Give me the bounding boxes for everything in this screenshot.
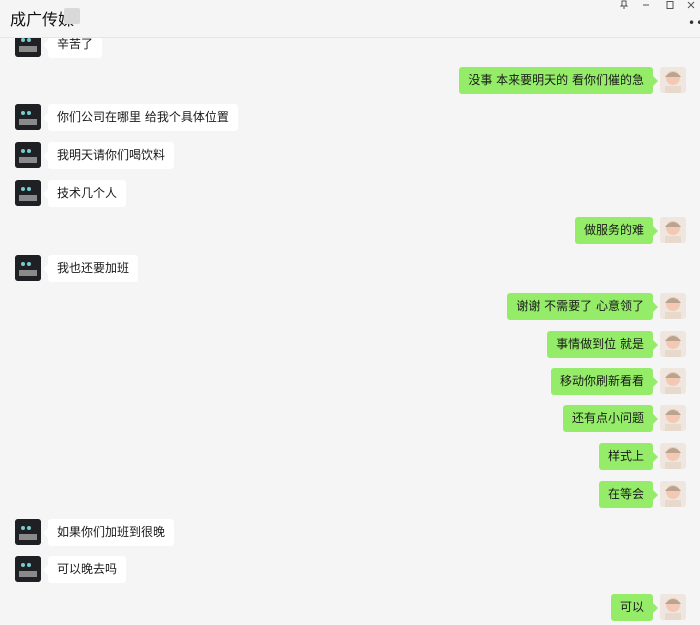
- message-row: 你们公司在哪里 给我个具体位置: [0, 104, 700, 131]
- message-row: 我明天请你们喝饮料: [0, 142, 700, 169]
- message-bubble[interactable]: 技术几个人: [42, 180, 127, 207]
- message-row: 如果你们加班到很晚: [0, 519, 700, 546]
- chat-title-bar: 成广传媒 ••: [0, 0, 700, 38]
- message-bubble[interactable]: 做服务的难: [574, 217, 659, 244]
- user-avatar[interactable]: [660, 594, 686, 620]
- message-row: 还有点小问题: [0, 405, 700, 432]
- message-row: 可以晚去吗: [0, 556, 700, 583]
- user-avatar[interactable]: [660, 481, 686, 507]
- user-avatar[interactable]: [660, 443, 686, 469]
- message-bubble[interactable]: 移动你刷新看看: [550, 368, 659, 395]
- maximize-icon[interactable]: [661, 0, 679, 14]
- contact-avatar[interactable]: [15, 255, 41, 281]
- message-bubble[interactable]: 我明天请你们喝饮料: [42, 142, 175, 169]
- message-row: 移动你刷新看看: [0, 368, 700, 395]
- message-bubble[interactable]: 可以: [610, 594, 659, 621]
- message-row: 样式上: [0, 443, 700, 470]
- message-bubble[interactable]: 可以晚去吗: [42, 556, 127, 583]
- message-bubble[interactable]: 样式上: [598, 443, 659, 470]
- user-avatar[interactable]: [660, 293, 686, 319]
- message-row: 没事 本来要明天的 看你们催的急: [0, 67, 700, 94]
- message-row: 可以: [0, 594, 700, 621]
- message-row: 技术几个人: [0, 180, 700, 207]
- close-icon[interactable]: [682, 0, 700, 14]
- contact-avatar[interactable]: [15, 556, 41, 582]
- message-bubble[interactable]: 我也还要加班: [42, 255, 139, 282]
- message-bubble[interactable]: 事情做到位 就是: [547, 331, 658, 358]
- user-avatar[interactable]: [660, 405, 686, 431]
- chat-history[interactable]: 辛苦了 没事 本来要明天的 看你们催的急 你们公司在哪里 给我个具体位置 我明天…: [0, 0, 700, 625]
- user-avatar[interactable]: [660, 331, 686, 357]
- message-bubble[interactable]: 还有点小问题: [562, 405, 659, 432]
- message-row: 我也还要加班: [0, 255, 700, 282]
- message-bubble[interactable]: 谢谢 不需要了 心意领了: [507, 293, 658, 320]
- message-row: 谢谢 不需要了 心意领了: [0, 293, 700, 320]
- pin-icon[interactable]: [615, 0, 633, 14]
- contact-avatar[interactable]: [15, 104, 41, 130]
- message-row: 在等会: [0, 481, 700, 508]
- contact-avatar[interactable]: [15, 142, 41, 168]
- message-bubble[interactable]: 在等会: [598, 481, 659, 508]
- message-bubble[interactable]: 你们公司在哪里 给我个具体位置: [43, 104, 238, 131]
- user-avatar[interactable]: [660, 217, 686, 243]
- message-bubble[interactable]: 没事 本来要明天的 看你们催的急: [459, 67, 658, 94]
- message-row: 事情做到位 就是: [0, 331, 700, 358]
- message-bubble[interactable]: 如果你们加班到很晚: [42, 519, 175, 546]
- user-avatar[interactable]: [660, 368, 686, 394]
- more-dots-icon[interactable]: ••: [688, 16, 700, 30]
- redacted-mark: [64, 8, 80, 24]
- contact-avatar[interactable]: [15, 180, 41, 206]
- user-avatar[interactable]: [660, 67, 686, 93]
- message-row: 做服务的难: [0, 217, 700, 244]
- contact-avatar[interactable]: [15, 519, 41, 545]
- minimize-icon[interactable]: [637, 0, 655, 14]
